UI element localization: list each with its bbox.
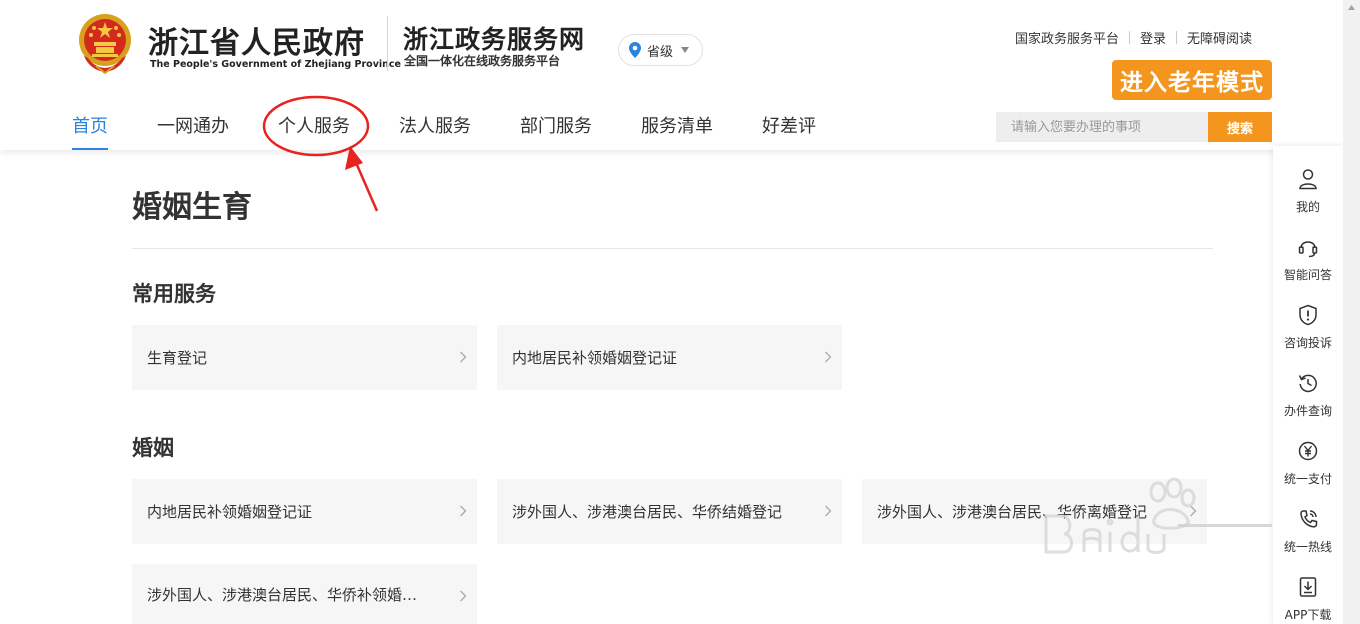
title-divider <box>132 248 1213 249</box>
service-card-label: 内地居民补领婚姻登记证 <box>512 349 678 367</box>
nav-item-evaluation[interactable]: 好差评 <box>762 112 816 150</box>
main-nav: 首页 一网通办 个人服务 法人服务 部门服务 服务清单 好差评 <box>72 112 865 150</box>
scroll-up-arrow-icon[interactable] <box>1346 2 1357 24</box>
gov-name-en: The People's Government of Zhejiang Prov… <box>150 59 401 70</box>
service-card-label: 涉外国人、涉港澳台居民、华侨离婚登记 <box>877 503 1148 521</box>
chevron-right-icon <box>460 351 467 363</box>
side-item-label: 我的 <box>1295 200 1320 214</box>
search-bar: 搜索 <box>996 112 1272 142</box>
nav-item-service-list[interactable]: 服务清单 <box>641 112 713 150</box>
top-link-accessible-reading[interactable]: 无障碍阅读 <box>1187 28 1252 47</box>
chevron-down-icon <box>681 47 690 53</box>
service-card[interactable]: 内地居民补领婚姻登记证 <box>132 479 477 544</box>
elder-mode-button[interactable]: 进入老年模式 <box>1112 60 1272 100</box>
history-icon <box>1298 374 1317 393</box>
side-item-complaint[interactable]: 咨询投诉 <box>1273 294 1343 362</box>
side-item-label: 统一支付 <box>1283 472 1332 486</box>
service-card[interactable]: 涉外国人、涉港澳台居民、华侨结婚登记 <box>497 479 842 544</box>
location-selector[interactable]: 省级 <box>618 34 703 66</box>
top-link-national-platform[interactable]: 国家政务服务平台 <box>1015 28 1119 47</box>
service-card-label: 涉外国人、涉港澳台居民、华侨结婚登记 <box>512 503 783 521</box>
search-input[interactable] <box>996 112 1208 142</box>
side-item-smart-qa[interactable]: 智能问答 <box>1273 226 1343 294</box>
yuan-icon <box>1298 441 1318 461</box>
service-card-label: 涉外国人、涉港澳台居民、华侨补领婚姻登记证 <box>147 585 422 604</box>
nav-item-home[interactable]: 首页 <box>72 112 108 150</box>
top-links: 国家政务服务平台 登录 无障碍阅读 <box>1015 28 1252 47</box>
gov-name-cn[interactable]: 浙江省人民政府 <box>148 18 365 62</box>
service-card[interactable]: 涉外国人、涉港澳台居民、华侨补领婚姻登记证 <box>132 564 477 624</box>
side-item-label: 统一热线 <box>1283 540 1332 554</box>
nav-item-personal-services[interactable]: 个人服务 <box>278 112 350 150</box>
service-card-label: 内地居民补领婚姻登记证 <box>147 503 313 521</box>
section-title-common: 常用服务 <box>132 282 216 306</box>
search-button[interactable]: 搜索 <box>1208 112 1272 142</box>
national-emblem-icon[interactable] <box>76 12 134 74</box>
annotation-arrow-shaft <box>352 157 379 212</box>
chevron-right-icon <box>460 505 467 517</box>
section-title-marriage: 婚姻 <box>132 436 174 460</box>
chevron-right-icon <box>825 351 832 363</box>
top-link-login[interactable]: 登录 <box>1140 28 1166 47</box>
chevron-right-icon <box>460 590 467 602</box>
chevron-right-icon <box>1190 505 1197 517</box>
side-item-mine[interactable]: 我的 <box>1273 158 1343 226</box>
service-card-label: 生育登记 <box>147 349 208 367</box>
phone-icon <box>1300 510 1318 528</box>
page-scrollbar[interactable] <box>1343 0 1360 624</box>
side-item-label: APP下载 <box>1284 608 1332 622</box>
site-header: 浙江省人民政府 The People's Government of Zheji… <box>0 0 1360 150</box>
service-card[interactable]: 生育登记 <box>132 325 477 390</box>
location-label: 省级 <box>647 44 674 60</box>
nav-item-one-stop[interactable]: 一网通办 <box>157 112 229 150</box>
side-item-label: 咨询投诉 <box>1283 336 1332 350</box>
side-item-unified-payment[interactable]: 统一支付 <box>1273 430 1343 498</box>
alert-shield-icon <box>1299 304 1317 326</box>
location-pin-icon <box>629 42 641 58</box>
side-item-label: 智能问答 <box>1283 268 1332 282</box>
chevron-right-icon <box>825 505 832 517</box>
side-toolbar: 我的 智能问答 咨询投诉 办件查询 统一支付 统一热线 APP下载 <box>1273 146 1343 624</box>
top-link-divider <box>1128 31 1130 44</box>
user-icon <box>1299 169 1317 190</box>
top-link-divider <box>1175 31 1177 44</box>
header-divider <box>387 16 388 71</box>
service-card[interactable]: 内地居民补领婚姻登记证 <box>497 325 842 390</box>
nav-item-legal-entity-services[interactable]: 法人服务 <box>399 112 471 150</box>
side-item-case-query[interactable]: 办件查询 <box>1273 362 1343 430</box>
site-subtitle: 全国一体化在线政务服务平台 <box>404 54 561 68</box>
download-icon <box>1299 577 1317 597</box>
side-item-hotline[interactable]: 统一热线 <box>1273 498 1343 566</box>
side-item-label: 办件查询 <box>1283 404 1332 418</box>
site-name[interactable]: 浙江政务服务网 <box>403 20 585 56</box>
nav-item-department-services[interactable]: 部门服务 <box>520 112 592 150</box>
side-item-app-download[interactable]: APP下载 <box>1273 566 1343 624</box>
page-title: 婚姻生育 <box>132 190 252 225</box>
service-card[interactable]: 涉外国人、涉港澳台居民、华侨离婚登记 <box>862 479 1207 544</box>
headset-icon <box>1298 241 1318 258</box>
